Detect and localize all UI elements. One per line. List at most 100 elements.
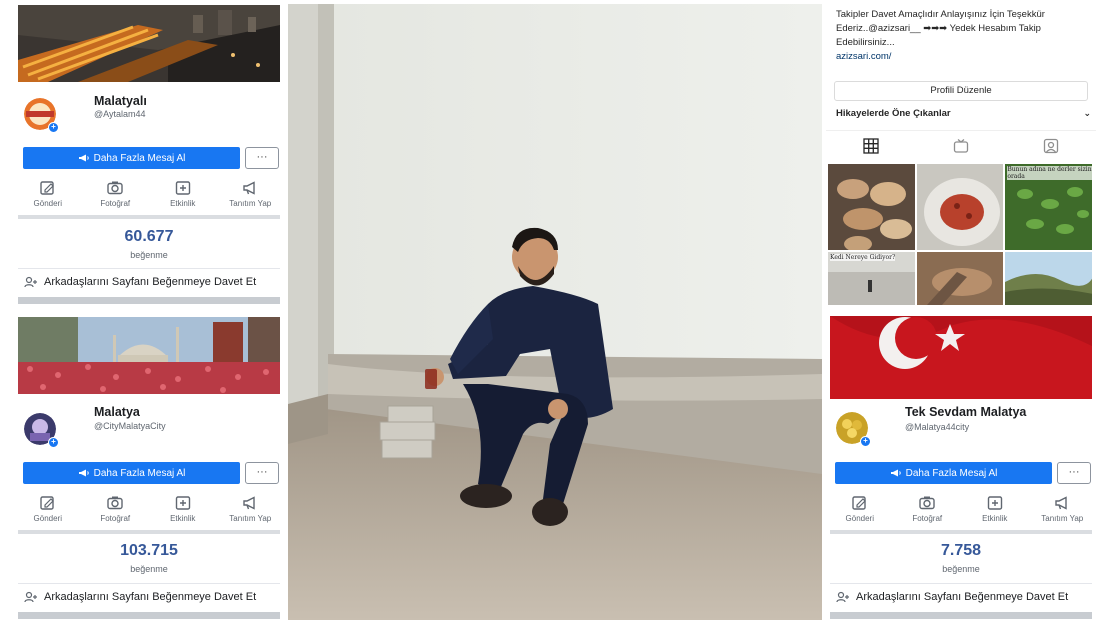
action-label: Tanıtım Yap: [229, 514, 272, 523]
invite-label: Arkadaşlarını Sayfanı Beğenmeye Davet Et: [44, 590, 257, 603]
megaphone-icon: [241, 180, 259, 196]
action-event[interactable]: Etkinlik: [149, 495, 217, 535]
highlights-label: Hikayelerde Öne Çıkanlar: [836, 108, 951, 119]
invite-friends-row[interactable]: Arkadaşlarını Sayfanı Beğenmeye Davet Et: [18, 268, 280, 294]
cover-photo-crowd-mosque: [18, 317, 280, 394]
card-bottom-bar: [830, 612, 1092, 619]
more-options-button[interactable]: ···: [245, 147, 279, 169]
page-name[interactable]: Malatyalı: [94, 94, 147, 108]
action-label: Fotoğraf: [100, 514, 131, 523]
page-handle: @Aytalam44: [94, 109, 146, 119]
page-card-tek-sevdam-malatya: + Tek Sevdam Malatya @Malatya44city Daha…: [826, 314, 1096, 625]
action-photo[interactable]: Fotoğraf: [82, 180, 150, 220]
camera-icon: [106, 180, 124, 196]
camera-icon: [106, 495, 124, 511]
chevron-down-icon: ⌄: [1083, 108, 1091, 118]
card-bottom-bar: [18, 612, 280, 619]
bio-text: Takipler Davet Amaçlıdır Anlayışınız İçi…: [836, 9, 1045, 48]
action-photo[interactable]: Fotoğraf: [894, 495, 962, 535]
megaphone-icon: [890, 468, 902, 478]
tab-tagged[interactable]: [1006, 131, 1096, 160]
tab-igtv[interactable]: [916, 131, 1006, 160]
post-thumbnail[interactable]: [916, 252, 1004, 310]
likes-count: 60.677: [124, 228, 174, 245]
post-caption: Kedi Nereye Gidiyor?: [830, 254, 896, 261]
camera-icon: [918, 495, 936, 511]
action-label: Etkinlik: [170, 514, 196, 523]
profile-tabs: [826, 130, 1096, 160]
story-highlights-toggle[interactable]: Hikayelerde Öne Çıkanlar ⌄: [836, 108, 1091, 119]
action-label: Gönderi: [845, 514, 874, 523]
verified-plus-icon: +: [48, 122, 59, 133]
edit-profile-button[interactable]: Profili Düzenle: [834, 81, 1088, 101]
action-label: Tanıtım Yap: [1041, 514, 1084, 523]
likes-label: beğenme: [130, 564, 168, 574]
action-post[interactable]: Gönderi: [826, 495, 894, 535]
invite-label: Arkadaşlarını Sayfanı Beğenmeye Davet Et: [44, 275, 257, 288]
page-handle: @CityMalatyaCity: [94, 421, 166, 431]
center-photo: [288, 4, 822, 620]
invite-friends-row[interactable]: Arkadaşlarını Sayfanı Beğenmeye Davet Et: [830, 583, 1092, 609]
grid-icon: [863, 137, 879, 154]
page-actions-bar: Gönderi Fotoğraf Etkinlik Tanıtım Yap: [14, 495, 284, 535]
tab-grid[interactable]: [826, 131, 916, 160]
megaphone-icon: [241, 495, 259, 511]
post-thumbnail[interactable]: [1005, 252, 1092, 310]
verified-plus-icon: +: [48, 437, 59, 448]
action-post[interactable]: Gönderi: [14, 495, 82, 535]
divider: [18, 530, 280, 534]
verified-plus-icon: +: [860, 436, 871, 447]
page-name[interactable]: Malatya: [94, 405, 140, 419]
action-label: Gönderi: [33, 514, 62, 523]
action-post[interactable]: Gönderi: [14, 180, 82, 220]
compose-icon: [39, 495, 57, 511]
more-messages-button[interactable]: Daha Fazla Mesaj Al: [23, 147, 240, 169]
post-thumbnail[interactable]: Bunun adına ne derler sizin orada: [1005, 164, 1092, 250]
post-thumbnail[interactable]: Kedi Nereye Gidiyor?: [828, 252, 915, 310]
calendar-plus-icon: [174, 180, 192, 196]
action-photo[interactable]: Fotoğraf: [82, 495, 150, 535]
page-name[interactable]: Tek Sevdam Malatya: [905, 405, 1026, 419]
right-profile-column: Takipler Davet Amaçlıdır Anlayışınız İçi…: [826, 0, 1096, 625]
compose-icon: [851, 495, 869, 511]
calendar-plus-icon: [174, 495, 192, 511]
compose-icon: [39, 180, 57, 196]
post-grid: Bunun adına ne derler sizin orada Kedi N…: [828, 164, 1092, 310]
post-caption: Bunun adına ne derler sizin orada: [1007, 166, 1092, 180]
post-thumbnail[interactable]: [916, 164, 1004, 250]
action-promote[interactable]: Tanıtım Yap: [217, 180, 285, 220]
more-messages-button[interactable]: Daha Fazla Mesaj Al: [835, 462, 1052, 484]
likes-count: 7.758: [940, 542, 982, 559]
card-bottom-bar: [18, 297, 280, 304]
page-profile-row: + Malatyalı @Aytalam44: [14, 92, 284, 142]
action-promote[interactable]: Tanıtım Yap: [1029, 495, 1097, 535]
megaphone-icon: [1053, 495, 1071, 511]
invite-friends-row[interactable]: Arkadaşlarını Sayfanı Beğenmeye Davet Et: [18, 583, 280, 609]
likes-label: beğenme: [130, 250, 168, 260]
megaphone-icon: [78, 153, 90, 163]
action-label: Gönderi: [33, 199, 62, 208]
page-profile-row: + Malatya @CityMalatyaCity: [14, 403, 284, 453]
action-promote[interactable]: Tanıtım Yap: [217, 495, 285, 535]
action-event[interactable]: Etkinlik: [961, 495, 1029, 535]
more-options-button[interactable]: ···: [245, 462, 279, 484]
cta-label: Daha Fazla Mesaj Al: [905, 467, 998, 479]
post-thumbnail[interactable]: [828, 164, 915, 250]
page-actions-bar: Gönderi Fotoğraf Etkinlik Tanıtım Yap: [14, 180, 284, 220]
page-handle: @Malatya44city: [905, 422, 970, 432]
megaphone-icon: [78, 468, 90, 478]
action-label: Tanıtım Yap: [229, 199, 272, 208]
cover-photo-city-night: [18, 5, 280, 82]
cover-photo-turkish-flag: [830, 316, 1092, 399]
page-profile-row: + Tek Sevdam Malatya @Malatya44city: [826, 405, 1096, 456]
instagram-bio: Takipler Davet Amaçlıdır Anlayışınız İçi…: [836, 8, 1091, 64]
action-event[interactable]: Etkinlik: [149, 180, 217, 220]
likes-count: 103.715: [120, 542, 178, 559]
more-messages-button[interactable]: Daha Fazla Mesaj Al: [23, 462, 240, 484]
bio-link[interactable]: azizsari.com/: [836, 51, 891, 62]
page-card-malatyali: + Malatyalı @Aytalam44 Daha Fazla Mesaj …: [14, 0, 284, 310]
page-card-malatya: + Malatya @CityMalatyaCity Daha Fazla Me…: [14, 315, 284, 625]
invite-label: Arkadaşlarını Sayfanı Beğenmeye Davet Et: [856, 590, 1069, 603]
tagged-user-icon: [1043, 138, 1059, 153]
more-options-button[interactable]: ···: [1057, 462, 1091, 484]
